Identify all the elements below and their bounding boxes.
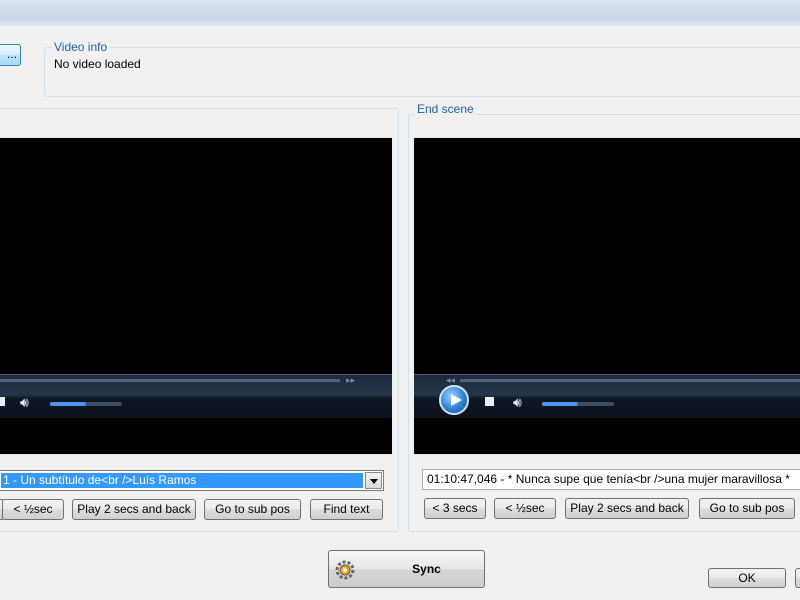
- end-play-2-secs-back-button[interactable]: Play 2 secs and back: [565, 498, 689, 519]
- end-volume-icon[interactable]: 🔊︎: [513, 395, 522, 409]
- video-info-group: [44, 47, 800, 97]
- end-subtitle-text[interactable]: 01:10:47,046 - * Nunca supe que tenía<br…: [422, 469, 800, 490]
- browse-video-button[interactable]: ...: [0, 44, 21, 66]
- end-go-to-sub-pos-button[interactable]: Go to sub pos: [699, 498, 795, 519]
- start-volume-level: [50, 402, 86, 406]
- start-player-controls: ▸▸ 🔊︎: [0, 374, 392, 418]
- video-info-status: No video loaded: [54, 57, 141, 71]
- browse-video-button-label: ...: [6, 47, 17, 61]
- start-play-2-secs-back-button[interactable]: Play 2 secs and back: [72, 499, 196, 520]
- gear-sync-icon: [335, 560, 355, 580]
- start-video-player[interactable]: ▸▸ 🔊︎: [0, 138, 392, 454]
- end-half-sec-back-button[interactable]: < ½sec: [494, 498, 556, 519]
- sync-button[interactable]: Sync: [328, 550, 485, 588]
- title-bar-edge: [0, 26, 800, 30]
- ok-button[interactable]: OK: [708, 568, 786, 588]
- start-volume-icon[interactable]: 🔊︎: [20, 395, 29, 409]
- end-seek-bar[interactable]: [460, 379, 800, 382]
- start-seek-end-icon: ▸▸: [346, 375, 356, 385]
- window-title-bar: [0, 0, 800, 30]
- sync-button-label: Sync: [412, 562, 441, 576]
- end-video-player[interactable]: ◂◂ 🔊︎: [414, 138, 800, 454]
- start-seek-bar[interactable]: [0, 379, 340, 382]
- end-stop-icon[interactable]: [485, 397, 494, 406]
- end-three-secs-back-button[interactable]: < 3 secs: [424, 498, 486, 519]
- start-stop-icon[interactable]: [0, 397, 5, 406]
- cancel-button[interactable]: [795, 568, 800, 588]
- start-subtitle-combo[interactable]: 1 - Un subtítulo de<br />Luís Ramos: [0, 470, 384, 491]
- start-subtitle-selected: 1 - Un subtítulo de<br />Luís Ramos: [1, 473, 363, 488]
- play-icon[interactable]: [439, 385, 469, 415]
- video-info-group-label: Video info: [52, 40, 110, 54]
- end-player-controls: ◂◂ 🔊︎: [414, 374, 800, 418]
- end-scene-group-label: End scene: [415, 102, 476, 116]
- end-volume-level: [542, 402, 578, 406]
- start-half-sec-back-button[interactable]: < ½sec: [2, 499, 64, 520]
- start-go-to-sub-pos-button[interactable]: Go to sub pos: [204, 499, 301, 520]
- find-text-button[interactable]: Find text: [310, 499, 383, 520]
- chevron-down-icon[interactable]: [365, 472, 382, 489]
